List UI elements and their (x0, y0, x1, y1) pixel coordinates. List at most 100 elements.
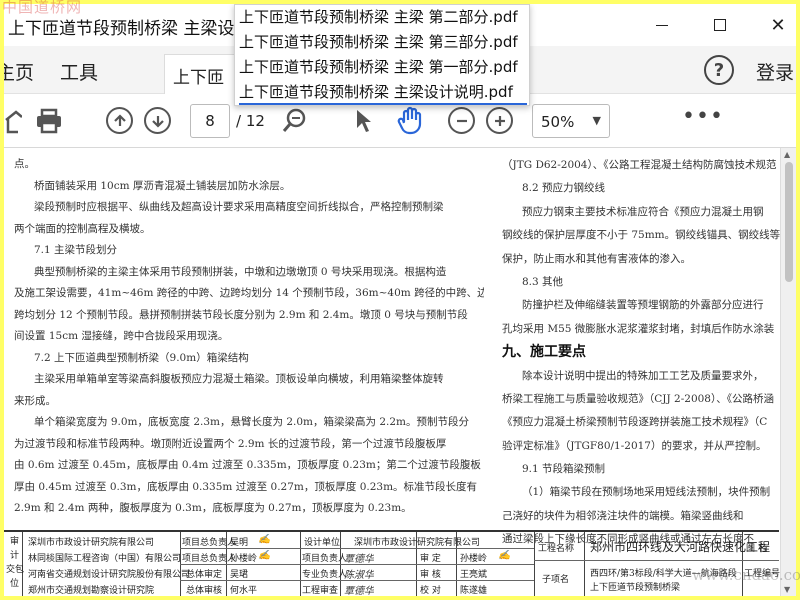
window-title: 上下匝道节段预制桥梁 主梁设计 (8, 19, 252, 39)
help-icon[interactable]: ? (704, 55, 734, 85)
signature-mark: ✍ (258, 550, 271, 561)
tb-name: 孙楼岭 (460, 554, 488, 564)
document-text-line: 由 0.6m 过渡至 0.45m，底板厚由 0.4m 过渡至 0.335m，顶板… (14, 459, 481, 471)
document-page: 点。 桥面铺装采用 10cm 厚沥青混凝土铺装层加防水涂层。 梁段预制时应根据平、纵… (4, 148, 796, 596)
prev-page-icon[interactable] (106, 107, 133, 134)
tb-left-label-1: 审 (10, 537, 20, 547)
tb-role: 总体审定 (186, 570, 223, 580)
document-text-line: 8.2 预应力钢绞线 (522, 182, 606, 195)
chevron-down-icon: ▼ (592, 114, 601, 127)
tb-role: 项目负责人 (302, 554, 348, 564)
document-text-line: 9.1 节段箱梁预制 (522, 463, 606, 476)
zoom-out-icon[interactable] (448, 107, 475, 134)
tb-company: 深圳市市政设计研究院有限公司 (28, 538, 155, 548)
print-icon[interactable] (34, 106, 64, 136)
document-text-line: 桥梁工程施工与质量验收规范》（CJJ 2-2008）、《公路桥涵 (502, 392, 774, 405)
tb-name: 吴珺 (230, 570, 249, 580)
document-text-line: 点。 (14, 158, 35, 170)
open-tabs-dropdown: 上下匝道节段预制桥梁 主梁 第二部分.pdf 上下匝道节段预制桥梁 主梁 第三部… (234, 4, 530, 106)
document-text-line: 预应力钢束主要技术标准应符合《预应力混凝土用钢 (522, 205, 764, 218)
document-text-line: 8.3 其他 (522, 275, 564, 288)
document-text-line: 两个端面的控制高程及横坡。 (14, 222, 151, 235)
login-button[interactable]: 登录 (756, 58, 794, 85)
scroll-up-icon[interactable]: ▲ (784, 150, 790, 159)
vertical-scrollbar[interactable]: ▲ ▼ (780, 148, 796, 596)
tb-company: 郑州市交通规划勘察设计研究院 (28, 586, 155, 596)
app-window: 上下匝道节段预制桥梁 主梁设计 ✕ 主页 工具 上下匝 ? 登录 8 / 12 (4, 4, 796, 596)
tb-role: 项目总负责人 (182, 538, 237, 548)
tb-left-label-4: 位 (10, 579, 20, 589)
select-cursor-icon[interactable] (348, 106, 378, 136)
document-text-line: 己浇好的块件为相邻浇注块件的端模。箱梁竖曲线和 (502, 509, 744, 522)
document-tab[interactable]: 上下匝 (164, 54, 244, 94)
document-text-line: 2.9m 和 2.4m 两种，腹板厚度为 0.3m，底板厚度为 0.27m，顶板… (14, 502, 412, 514)
document-left-column: 点。 桥面铺装采用 10cm 厚沥青混凝土铺装层加防水涂层。 梁段预制时应根据平、纵… (14, 154, 484, 520)
document-text-line: 梁段预制时应根据平、纵曲线及超高设计要求采用高精度空间折线拟合，严格控制预制梁 (34, 201, 444, 213)
drawing-title-block: 审 计 交包 位 深圳市市政设计研究院有限公司 林同棪国际工程咨询（中国）有限公… (4, 530, 780, 596)
page-number-input[interactable]: 8 (190, 104, 230, 138)
maximize-icon (714, 19, 726, 31)
watermark-top-left: 中国道桥网 (2, 0, 83, 16)
maximize-button[interactable] (700, 10, 740, 40)
tb-project-name: 郑州市四环线及大河路快速化工程 (590, 540, 771, 554)
tb-company: 河南省交通规划设计研究院股份有限公司 (28, 570, 191, 580)
tb-name: 孙楼岭 (230, 554, 258, 564)
tb-label: 审 核 (420, 570, 441, 580)
document-text-line: 为过渡节段和标准节段两种。墩顶附近设置两个 2.9m 长的过渡节段，第一个过渡节… (14, 437, 447, 450)
tb-project-label: 工程名称 (538, 544, 575, 554)
signature-mark: ✍ (258, 534, 271, 545)
tab-list-item[interactable]: 上下匝道节段预制桥梁 主梁 第三部分.pdf (239, 30, 527, 55)
tb-name: 吴明 (230, 538, 249, 548)
scroll-down-icon[interactable]: ▼ (784, 585, 790, 594)
close-icon: ✕ (770, 14, 786, 36)
document-text-line: 厚由 0.45m 过渡至 0.3m，底板厚由 0.335m 过渡至 0.27m，… (14, 480, 478, 493)
document-text-line: 及施工架设需要，41m~46m 跨径的中跨、边跨均划分 14 个预制节段，36m… (14, 287, 484, 299)
hand-tool-icon[interactable] (396, 106, 426, 136)
zoom-in-icon[interactable] (486, 107, 513, 134)
menu-tools[interactable]: 工具 (60, 58, 98, 85)
search-icon[interactable] (280, 106, 310, 136)
tb-role: 项目总负责人 (182, 554, 237, 564)
minimize-icon (656, 24, 668, 26)
tb-name: 何水平 (230, 586, 258, 596)
document-text-line: 单个箱梁宽度为 9.0m，底板宽度 2.3m，悬臂长度为 2.0m，箱梁梁高为 … (34, 416, 469, 428)
tb-role: 工程审查 (302, 586, 339, 596)
document-text-line: 保护，防止雨水和其他有害液体的渗入。 (502, 252, 691, 265)
document-text-line: 跨均划分 12 个预制节段。悬拼预制拼装节段长度分别为 2.9m 和 2.4m。… (14, 308, 468, 321)
tab-list-item-selected[interactable]: 上下匝道节段预制桥梁 主梁设计说明.pdf (239, 80, 527, 105)
tb-design-unit: 深圳市市政设计研究院有限公司 (354, 538, 481, 548)
tab-list-item[interactable]: 上下匝道节段预制桥梁 主梁 第二部分.pdf (239, 5, 527, 30)
scroll-thumb[interactable] (785, 162, 793, 282)
more-icon[interactable]: ••• (682, 104, 724, 129)
document-text-line: 《预应力混凝土桥梁预制节段逐跨拼装施工技术规程》（C (502, 416, 768, 429)
menu-home[interactable]: 主页 (4, 58, 34, 85)
document-section-heading: 九、施工要点 (502, 344, 586, 361)
document-text-line: 7.2 上下匝道典型预制桥梁（9.0m）箱梁结构 (34, 351, 249, 364)
zoom-select[interactable]: 50% ▼ (532, 104, 610, 138)
tb-role: 专业负责人 (302, 570, 348, 580)
tb-role: 设计单位 (304, 538, 341, 548)
home-icon[interactable] (4, 106, 28, 136)
tb-company: 林同棪国际工程咨询（中国）有限公司 (28, 554, 182, 564)
document-text-line: 钢绞线的保护层厚度不小于 75mm。钢绞线锚具、钢绞线等 (502, 229, 781, 242)
tb-signature: 覃德华 (344, 586, 374, 596)
tb-label: 校 对 (420, 586, 441, 596)
document-text-line: 孔均采用 M55 微膨胀水泥浆灌浆封堵，封填后作防水涂装 (502, 322, 775, 335)
tb-subitem-name-2: 上下匝道节段预制桥梁 (590, 583, 681, 593)
document-right-column: （JTG D62-2004）、《公路工程混凝土结构防腐蚀技术规范 8.2 预应力钢… (502, 154, 786, 552)
next-page-icon[interactable] (144, 107, 171, 134)
tb-role: 总体审核 (186, 586, 223, 596)
document-tab-label: 上下匝 (173, 68, 224, 88)
tb-left-label-2: 计 (10, 551, 20, 561)
tb-signature: 陈淑华 (344, 570, 374, 581)
tb-subitem-label: 子项名 (542, 575, 570, 585)
minimize-button[interactable] (642, 10, 682, 40)
page-total: / 12 (236, 112, 265, 130)
signature-mark: ✍ (498, 550, 511, 561)
tb-name: 王亮斌 (460, 570, 488, 580)
close-button[interactable]: ✕ (758, 10, 796, 40)
tab-list-item[interactable]: 上下匝道节段预制桥梁 主梁 第一部分.pdf (239, 55, 527, 80)
tb-name: 陈遂雄 (460, 586, 488, 596)
document-text-line: 防撞护栏及伸缩缝装置等预埋钢筋的外露部分应进行 (522, 299, 764, 312)
document-text-line: 7.1 主梁节段划分 (34, 244, 118, 256)
